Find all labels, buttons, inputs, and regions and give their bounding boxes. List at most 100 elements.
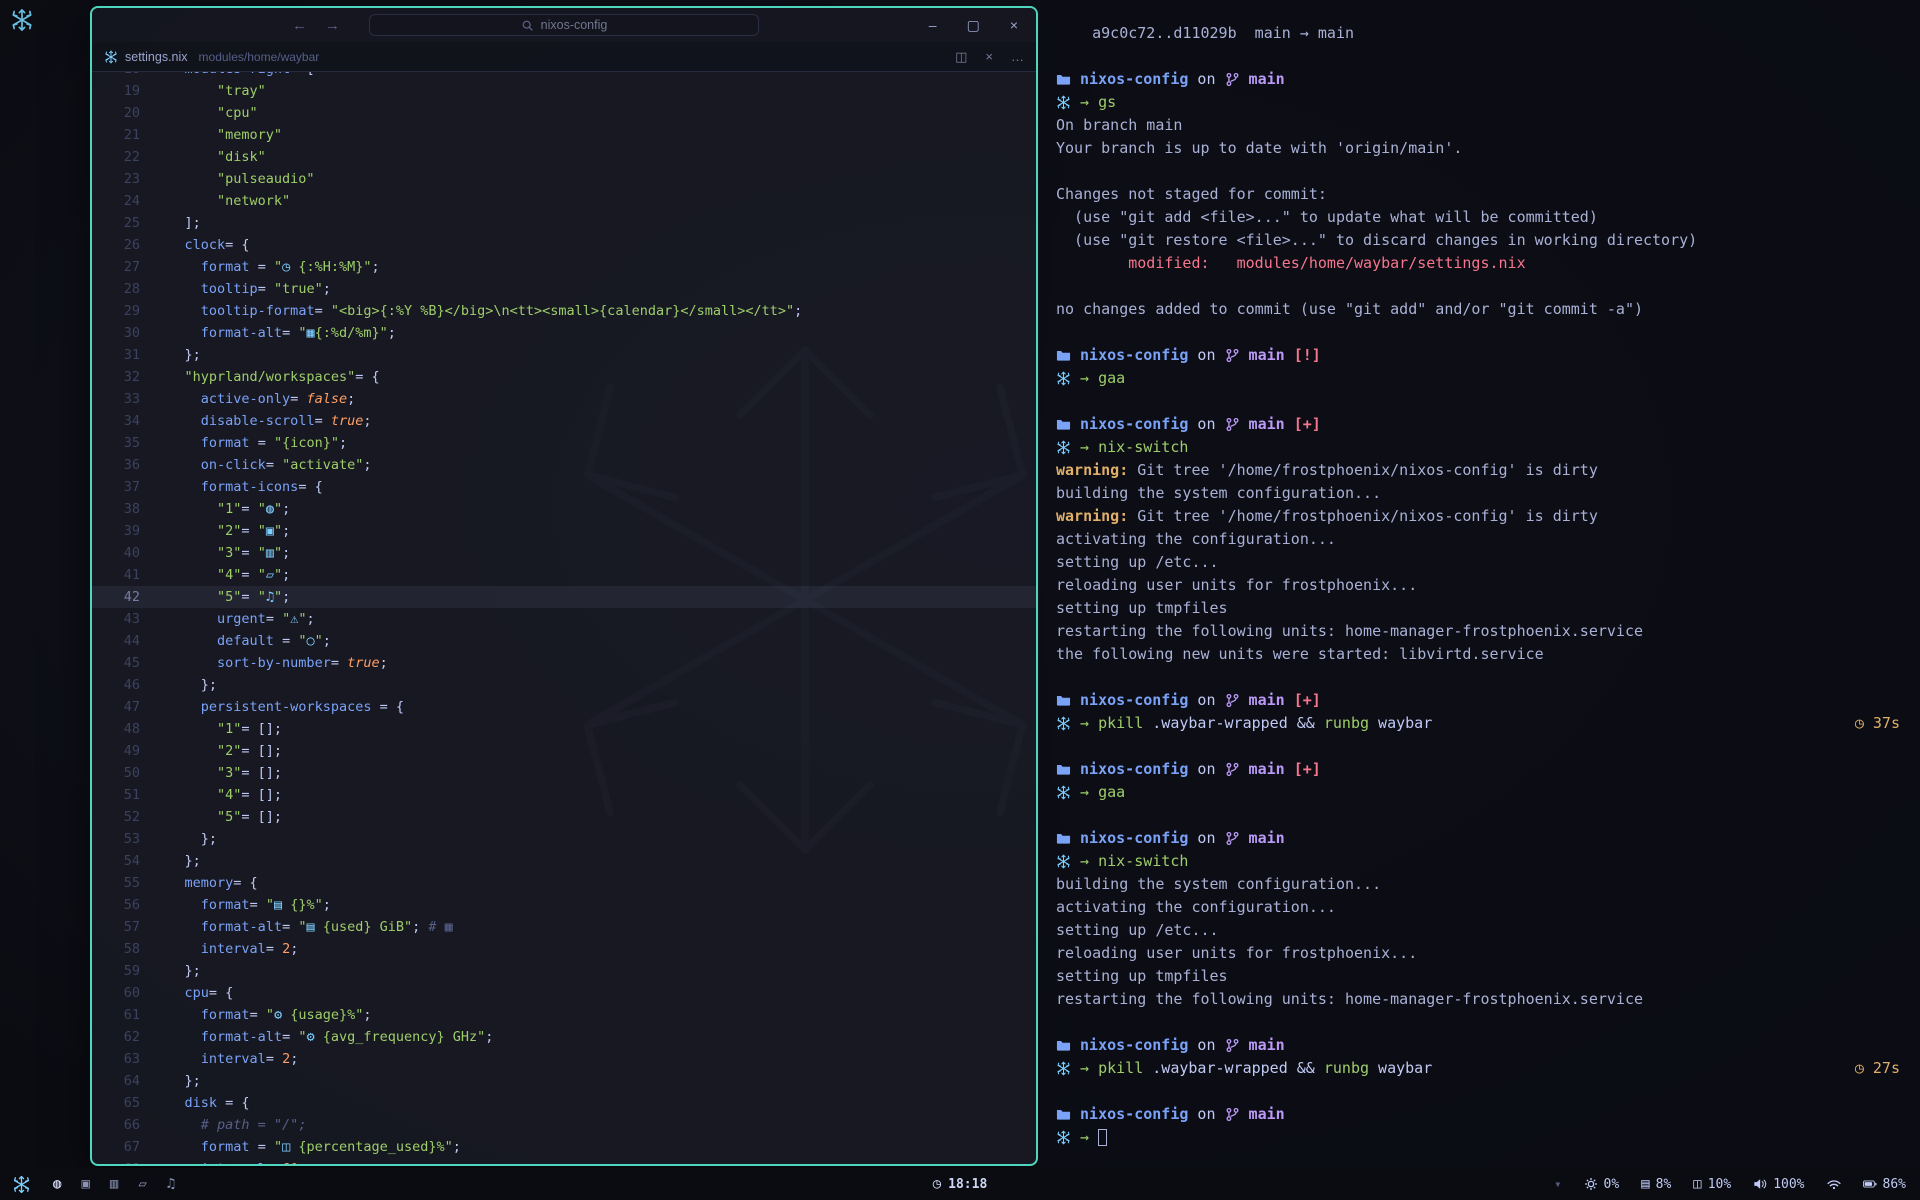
forward-button[interactable]: → xyxy=(325,17,340,34)
code-line-32[interactable]: 32 "hyprland/workspaces"= { xyxy=(92,366,1036,388)
code-line-51[interactable]: 51 "4"= []; xyxy=(92,784,1036,806)
nix-launcher-button[interactable] xyxy=(12,1175,31,1194)
code-line-24[interactable]: 24 "network" xyxy=(92,190,1036,212)
code-line-30[interactable]: 30 format-alt= "▦{:%d/%m}"; xyxy=(92,322,1036,344)
code-line-55[interactable]: 55 memory= { xyxy=(92,872,1036,894)
close-button[interactable]: × xyxy=(1010,17,1018,33)
code-line-66[interactable]: 66 # path = "/"; xyxy=(92,1114,1036,1136)
line-number: 37 xyxy=(92,476,140,498)
line-content: # path = "/"; xyxy=(140,1114,306,1136)
code-line-65[interactable]: 65 disk = { xyxy=(92,1092,1036,1114)
code-line-34[interactable]: 34 disable-scroll= true; xyxy=(92,410,1036,432)
split-editor-button[interactable]: ◫ xyxy=(955,49,967,65)
code-line-39[interactable]: 39 "2"= "▣"; xyxy=(92,520,1036,542)
tray-expander-button[interactable]: ▾ xyxy=(1554,1177,1561,1191)
workspace-1-button[interactable]: ◍ xyxy=(53,1176,61,1192)
code-line-58[interactable]: 58 interval= 2; xyxy=(92,938,1036,960)
workspace-2-button[interactable]: ▣ xyxy=(81,1176,89,1192)
code-line-23[interactable]: 23 "pulseaudio" xyxy=(92,168,1036,190)
code-line-26[interactable]: 26 clock= { xyxy=(92,234,1036,256)
minimize-button[interactable]: – xyxy=(929,17,937,33)
maximize-button[interactable]: ▢ xyxy=(967,17,980,34)
line-content: format= "▤ {}%"; xyxy=(140,894,331,916)
code-line-29[interactable]: 29 tooltip-format= "<big>{:%Y %B}</big>\… xyxy=(92,300,1036,322)
network-module[interactable] xyxy=(1827,1177,1841,1191)
code-line-19[interactable]: 19 "tray" xyxy=(92,80,1036,102)
terminal-line: (use "git restore <file>..." to discard … xyxy=(1056,229,1906,252)
code-line-36[interactable]: 36 on-click= "activate"; xyxy=(92,454,1036,476)
code-line-64[interactable]: 64 }; xyxy=(92,1070,1036,1092)
code-line-22[interactable]: 22 "disk" xyxy=(92,146,1036,168)
volume-module[interactable]: 100% xyxy=(1753,1177,1804,1192)
code-line-41[interactable]: 41 "4"= "▱"; xyxy=(92,564,1036,586)
code-line-54[interactable]: 54 }; xyxy=(92,850,1036,872)
terminal-line: activating the configuration... xyxy=(1056,528,1906,551)
code-line-49[interactable]: 49 "2"= []; xyxy=(92,740,1036,762)
tab-settings-nix[interactable]: settings.nix modules/home/waybar xyxy=(104,50,319,64)
code-line-20[interactable]: 20 "cpu" xyxy=(92,102,1036,124)
code-line-31[interactable]: 31 }; xyxy=(92,344,1036,366)
code-line-18[interactable]: 18 modules-right= [ xyxy=(92,72,1036,80)
code-line-21[interactable]: 21 "memory" xyxy=(92,124,1036,146)
code-line-40[interactable]: 40 "3"= "▥"; xyxy=(92,542,1036,564)
code-line-50[interactable]: 50 "3"= []; xyxy=(92,762,1036,784)
more-actions-button[interactable]: … xyxy=(1011,49,1024,65)
code-line-60[interactable]: 60 cpu= { xyxy=(92,982,1036,1004)
code-line-44[interactable]: 44 default = "○"; xyxy=(92,630,1036,652)
battery-module[interactable]: 86% xyxy=(1863,1177,1906,1192)
line-content: "pulseaudio" xyxy=(140,168,315,190)
code-line-68[interactable]: 68 interval= 60; xyxy=(92,1158,1036,1164)
back-button[interactable]: ← xyxy=(292,17,307,34)
code-line-67[interactable]: 67 format = "◫ {percentage_used}%"; xyxy=(92,1136,1036,1158)
code-line-33[interactable]: 33 active-only= false; xyxy=(92,388,1036,410)
code-line-48[interactable]: 48 "1"= []; xyxy=(92,718,1036,740)
line-number: 53 xyxy=(92,828,140,850)
code-line-56[interactable]: 56 format= "▤ {}%"; xyxy=(92,894,1036,916)
line-content: cpu= { xyxy=(140,982,233,1004)
code-line-59[interactable]: 59 }; xyxy=(92,960,1036,982)
command-center-search[interactable]: nixos-config xyxy=(369,14,759,36)
code-line-42[interactable]: 42 "5"= "♫"; xyxy=(92,586,1036,608)
workspace-4-button[interactable]: ▱ xyxy=(138,1176,146,1192)
memory-module[interactable]: ▤8% xyxy=(1641,1176,1671,1192)
terminal-window[interactable]: a9c0c72..d11029b main → main nixos-confi… xyxy=(1040,0,1920,1168)
code-line-27[interactable]: 27 format = "◷ {:%H:%M}"; xyxy=(92,256,1036,278)
clock-icon: ◷ xyxy=(933,1176,941,1192)
code-line-47[interactable]: 47 persistent-workspaces = { xyxy=(92,696,1036,718)
code-line-25[interactable]: 25 ]; xyxy=(92,212,1036,234)
code-line-38[interactable]: 38 "1"= "◍"; xyxy=(92,498,1036,520)
workspace-3-button[interactable]: ▥ xyxy=(110,1176,118,1192)
cpu-module[interactable]: 0% xyxy=(1584,1177,1620,1192)
code-line-35[interactable]: 35 format = "{icon}"; xyxy=(92,432,1036,454)
code-editor[interactable]: 18 modules-right= [19 "tray"20 "cpu"21 "… xyxy=(92,72,1036,1164)
code-line-37[interactable]: 37 format-icons= { xyxy=(92,476,1036,498)
line-number: 31 xyxy=(92,344,140,366)
files-icon: ▱ xyxy=(138,1176,146,1192)
code-line-52[interactable]: 52 "5"= []; xyxy=(92,806,1036,828)
folder-icon xyxy=(1056,417,1071,432)
clock-icon: ◷ xyxy=(1855,1057,1864,1080)
disk-icon: ◫ xyxy=(1693,1176,1701,1192)
folder-icon xyxy=(1056,1107,1071,1122)
code-line-62[interactable]: 62 format-alt= "⚙ {avg_frequency} GHz"; xyxy=(92,1026,1036,1048)
code-line-43[interactable]: 43 urgent= "⚠"; xyxy=(92,608,1036,630)
close-tab-button[interactable]: × xyxy=(985,49,993,65)
terminal-line: On branch main xyxy=(1056,114,1906,137)
code-line-28[interactable]: 28 tooltip= "true"; xyxy=(92,278,1036,300)
tab-actions: ◫ × … xyxy=(955,49,1024,65)
code-line-53[interactable]: 53 }; xyxy=(92,828,1036,850)
clock-module[interactable]: ◷ 18:18 xyxy=(933,1176,988,1192)
code-line-63[interactable]: 63 interval= 2; xyxy=(92,1048,1036,1070)
clock-icon: ◷ xyxy=(1855,712,1864,735)
terminal-line: nixos-config on main xyxy=(1056,1034,1906,1057)
code-line-61[interactable]: 61 format= "⚙ {usage}%"; xyxy=(92,1004,1036,1026)
nix-snowflake-icon xyxy=(1056,716,1071,731)
code-line-57[interactable]: 57 format-alt= "▤ {used} GiB"; # ▦ xyxy=(92,916,1036,938)
code-line-46[interactable]: 46 }; xyxy=(92,674,1036,696)
terminal-line: building the system configuration... xyxy=(1056,482,1906,505)
workspace-5-button[interactable]: ♫ xyxy=(167,1176,175,1192)
line-number: 23 xyxy=(92,168,140,190)
code-line-45[interactable]: 45 sort-by-number= true; xyxy=(92,652,1036,674)
nix-snowflake-icon xyxy=(1056,440,1071,455)
disk-module[interactable]: ◫10% xyxy=(1693,1176,1731,1192)
